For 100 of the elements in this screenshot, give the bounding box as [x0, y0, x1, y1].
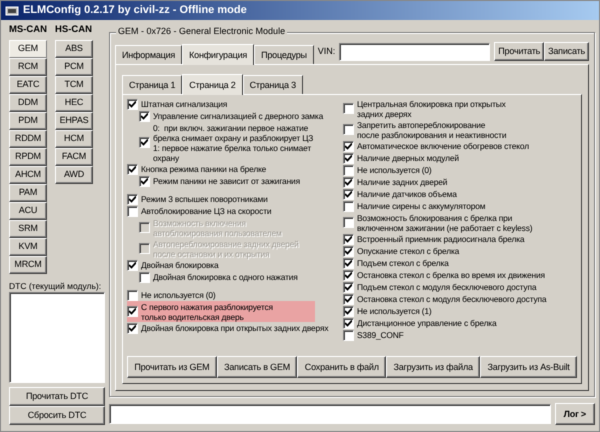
- module-button[interactable]: EATC: [9, 76, 47, 94]
- checkbox[interactable]: [343, 152, 354, 164]
- checkbox-label: Режим паники не зависит от зажигания: [153, 176, 300, 186]
- module-button[interactable]: ABS: [55, 40, 93, 58]
- checkbox[interactable]: [139, 110, 150, 122]
- checkbox[interactable]: [139, 176, 150, 186]
- tab[interactable]: Информация: [115, 45, 182, 64]
- checkbox-label: Режим 3 вспышек поворотниками: [141, 194, 268, 204]
- checkbox[interactable]: [127, 194, 138, 204]
- checkbox[interactable]: [343, 188, 354, 200]
- checkbox[interactable]: [127, 164, 138, 174]
- checkbox-label: Опускание стекол с брелка: [357, 246, 460, 256]
- vin-button[interactable]: Записать: [544, 42, 589, 61]
- checkbox-label: Кнопка режима паники на брелке: [141, 164, 266, 174]
- checkbox[interactable]: [343, 164, 354, 176]
- tab[interactable]: Процедуры: [254, 45, 314, 64]
- log-button[interactable]: Лог >: [554, 403, 595, 425]
- module-button[interactable]: ACU: [9, 202, 47, 220]
- tab[interactable]: Страница 2: [182, 74, 243, 95]
- checkbox[interactable]: [343, 306, 354, 316]
- tab[interactable]: Конфигурация: [182, 44, 254, 65]
- checkbox[interactable]: [343, 176, 354, 188]
- checkbox[interactable]: [343, 330, 354, 340]
- checkbox[interactable]: [343, 217, 354, 228]
- log-field[interactable]: [109, 404, 551, 424]
- action-button[interactable]: Прочитать из GEM: [127, 356, 217, 378]
- module-button[interactable]: RPDM: [9, 148, 47, 166]
- checkbox[interactable]: [127, 290, 138, 300]
- checkbox[interactable]: [343, 270, 354, 280]
- app-icon: [5, 4, 19, 16]
- module-button[interactable]: KVM: [9, 238, 47, 256]
- action-button[interactable]: Сохранить в файл: [297, 356, 386, 378]
- group-title: GEM - 0x726 - General Electronic Module: [116, 26, 288, 36]
- module-button[interactable]: RDDM: [9, 130, 47, 148]
- checkbox-label: Наличие датчиков объема: [357, 189, 457, 199]
- tab[interactable]: Страница 3: [242, 75, 303, 94]
- checkbox-label: Не используется (0): [141, 290, 216, 300]
- checkbox[interactable]: [343, 258, 354, 268]
- checkbox[interactable]: [343, 103, 354, 114]
- checkbox[interactable]: [343, 140, 354, 152]
- action-button[interactable]: Записать в GEM: [216, 356, 298, 378]
- checkbox[interactable]: [343, 246, 354, 256]
- module-button[interactable]: HCM: [55, 130, 93, 148]
- checkbox[interactable]: [343, 234, 354, 244]
- checkbox-label: Двойная блокировка при открытых задних дверях: [141, 323, 328, 333]
- checkbox-label: Не используется (0): [357, 165, 432, 175]
- checkbox-label: Штатная сигнализация: [141, 99, 228, 109]
- checkbox-label: Двойная блокировка: [141, 260, 218, 270]
- checkbox-label: Запретить автопереблокирование после разблокирования и неактивности: [357, 120, 506, 140]
- checkbox[interactable]: [127, 306, 138, 317]
- module-button[interactable]: TCM: [55, 76, 93, 94]
- bus-label: HS-CAN: [55, 25, 93, 36]
- bus-label: MS-CAN: [9, 25, 47, 36]
- checkbox-label: С первого нажатия разблокируется только водительская дверь: [141, 302, 273, 322]
- module-button[interactable]: PAM: [9, 184, 47, 202]
- checkbox-label: Наличие дверных модулей: [357, 153, 459, 163]
- checkbox[interactable]: [127, 98, 138, 110]
- module-button[interactable]: SRM: [9, 220, 47, 238]
- checkbox[interactable]: [139, 272, 150, 282]
- action-button[interactable]: Загрузить из As-Built: [480, 356, 577, 378]
- checkbox-label: Дистанционное управление с брелка: [357, 318, 497, 328]
- checkbox-label: Подъем стекол с модуля бесключевого доступа: [357, 282, 536, 292]
- checkbox[interactable]: [343, 282, 354, 292]
- dtc-button[interactable]: Прочитать DTC: [9, 387, 105, 406]
- checkbox[interactable]: [343, 294, 354, 304]
- checkbox-label: Двойная блокировка с одного нажатия: [153, 272, 298, 282]
- module-button[interactable]: FACM: [55, 148, 93, 166]
- checkbox[interactable]: [343, 124, 354, 135]
- checkbox-label: Встроенный приемник радиосигнала брелка: [357, 234, 524, 244]
- checkbox[interactable]: [139, 137, 150, 148]
- module-button[interactable]: MRCM: [9, 256, 47, 274]
- module-button[interactable]: DDM: [9, 94, 47, 112]
- module-button[interactable]: EHPAS: [55, 112, 93, 130]
- checkbox-label: 0: при включ. зажигании первое нажатие брелка снимает охрану и разблокирует ЦЗ 1: первое нажатие брелка только снимает охрану: [153, 122, 314, 162]
- checkbox-label: Остановка стекол с модуля бесключевого доступа: [357, 294, 546, 304]
- module-button[interactable]: PCM: [55, 58, 93, 76]
- checkbox-label: Не используется (1): [357, 306, 432, 316]
- dtc-list[interactable]: [9, 292, 105, 383]
- checkbox[interactable]: [127, 322, 138, 334]
- checkbox-label: Центральная блокировка при открытых задних дверях: [357, 98, 506, 118]
- checkbox-label: Подъем стекол с брелка: [357, 258, 449, 268]
- action-button[interactable]: Загрузить из файла: [386, 356, 480, 378]
- checkbox-label: Остановка стекол с брелка во время их движения: [357, 270, 545, 280]
- checkbox-label: Возможность блокирования с брелка при включенном зажигании (не работает с keyless): [357, 212, 532, 232]
- module-button[interactable]: AHCM: [9, 166, 47, 184]
- checkbox[interactable]: [343, 318, 354, 328]
- module-button[interactable]: AWD: [55, 166, 93, 184]
- checkbox-label: Наличие сирены с аккумулятором: [357, 201, 486, 211]
- tab[interactable]: Страница 1: [122, 75, 182, 94]
- module-button[interactable]: RCM: [9, 58, 47, 76]
- dtc-button[interactable]: Сбросить DTC: [9, 406, 105, 425]
- module-button[interactable]: GEM: [9, 40, 47, 58]
- vin-field[interactable]: [339, 42, 490, 60]
- checkbox[interactable]: [343, 200, 354, 212]
- checkbox[interactable]: [127, 260, 138, 270]
- checkbox[interactable]: [127, 206, 138, 216]
- module-button[interactable]: HEC: [55, 94, 93, 112]
- window-title: ELMConfig 0.2.17 by civil-zz - Offline mode: [23, 4, 247, 17]
- module-button[interactable]: PDM: [9, 112, 47, 130]
- vin-button[interactable]: Прочитать: [494, 42, 544, 61]
